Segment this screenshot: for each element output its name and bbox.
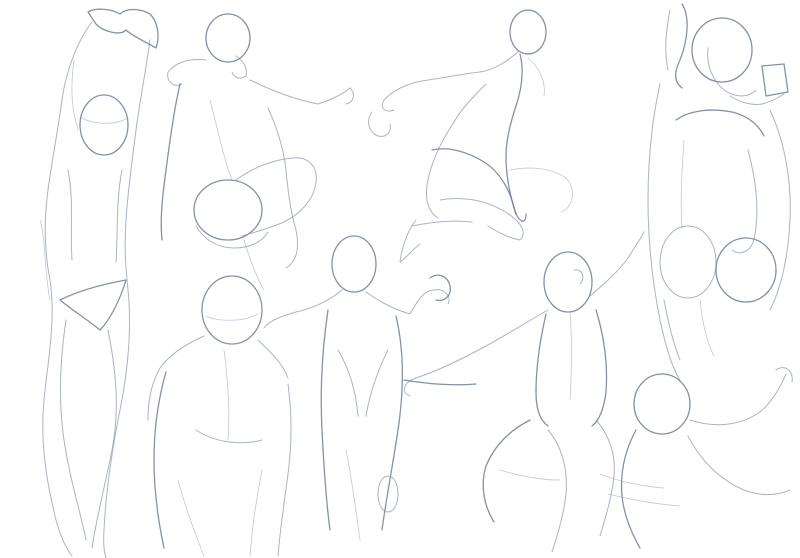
crouching-figure-back-view xyxy=(160,13,354,291)
sketch-canvas xyxy=(39,3,793,558)
figure-partial-arm-raised-bottom-right xyxy=(599,367,793,549)
figure-back-view-reaching-center-right xyxy=(403,231,645,553)
standing-figure-back-arm-raised-right xyxy=(647,3,791,381)
figure-front-arm-extended-center xyxy=(263,235,451,541)
standing-figure-arms-raised-left xyxy=(39,8,159,558)
jumping-figure-kneeling-pose xyxy=(368,9,573,263)
figure-back-view-lower-left xyxy=(147,275,292,557)
